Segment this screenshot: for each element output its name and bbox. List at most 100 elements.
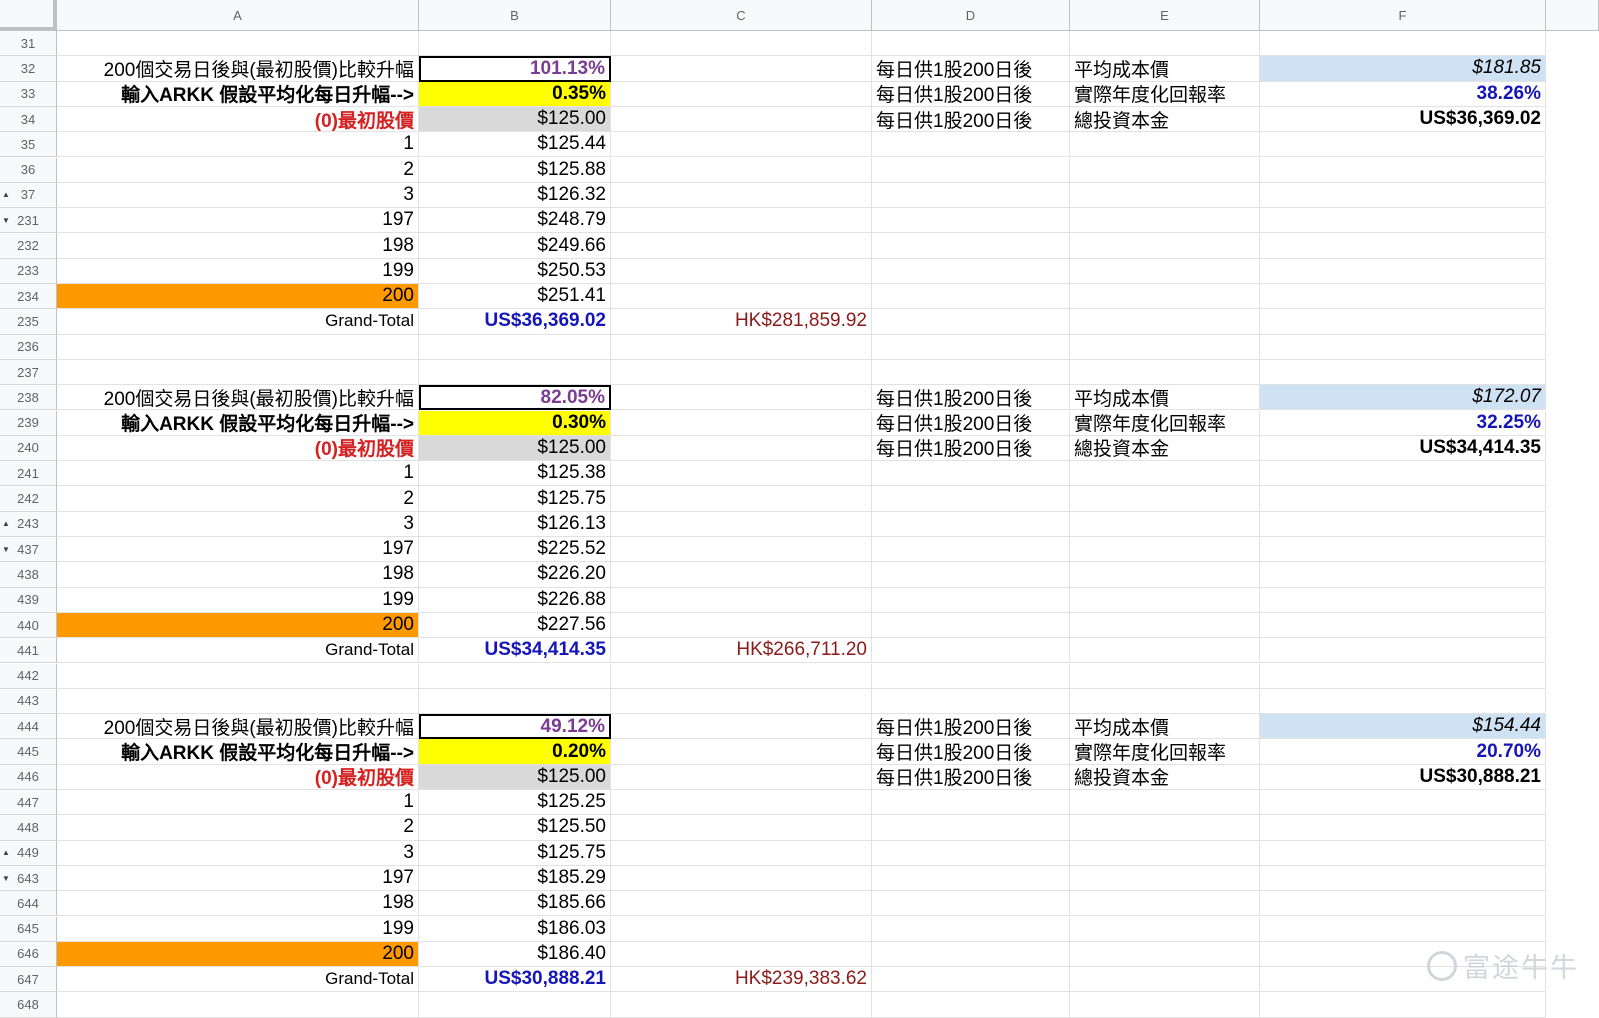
cell-d[interactable]: [872, 359, 1070, 386]
collapse-down-icon[interactable]: ▼: [2, 545, 10, 554]
cell-b[interactable]: [419, 359, 611, 386]
cell-c[interactable]: [611, 790, 872, 816]
cell-d[interactable]: [872, 612, 1070, 639]
cell-e[interactable]: [1070, 815, 1260, 841]
cell-c[interactable]: [611, 435, 872, 462]
cell-b[interactable]: $226.88: [419, 587, 611, 613]
cell-a[interactable]: 198: [57, 891, 419, 917]
expand-up-icon[interactable]: ▲: [2, 519, 10, 528]
cell-d[interactable]: [872, 840, 1070, 866]
cell-a[interactable]: 輸入ARKK 假設平均化每日升幅-->: [57, 410, 419, 436]
collapse-down-icon[interactable]: ▼: [2, 216, 10, 225]
cell-b[interactable]: $249.66: [419, 233, 611, 259]
cell-c[interactable]: [611, 663, 872, 689]
cell-d[interactable]: [872, 461, 1070, 487]
cell-b[interactable]: $186.03: [419, 916, 611, 942]
column-header-e[interactable]: E: [1070, 0, 1260, 31]
cell-b[interactable]: [419, 31, 611, 57]
cell-e[interactable]: [1070, 31, 1260, 57]
cell-b[interactable]: [419, 992, 611, 1018]
cell-c[interactable]: [611, 992, 872, 1018]
cell-b[interactable]: $125.00: [419, 106, 611, 133]
row-number[interactable]: 235: [0, 309, 57, 335]
cell-d[interactable]: 每日供1股200日後: [872, 410, 1070, 436]
expand-up-icon[interactable]: ▲: [2, 190, 10, 199]
row-number[interactable]: 31: [0, 31, 57, 57]
row-number[interactable]: 231 ▼: [0, 208, 57, 234]
cell-f[interactable]: [1260, 537, 1546, 563]
column-header-a[interactable]: A: [57, 0, 419, 31]
row-number[interactable]: 648: [0, 992, 57, 1018]
row-number[interactable]: 236: [0, 334, 57, 360]
cell-a[interactable]: 3: [57, 182, 419, 209]
cell-f[interactable]: [1260, 486, 1546, 512]
cell-d[interactable]: [872, 31, 1070, 57]
cell-f[interactable]: [1260, 891, 1546, 917]
cell-e[interactable]: [1070, 587, 1260, 613]
cell-f[interactable]: US$30,888.21: [1260, 764, 1546, 790]
cell-e[interactable]: 實際年度化回報率: [1070, 739, 1260, 765]
cell-c[interactable]: [611, 941, 872, 968]
cell-e[interactable]: 總投資本金: [1070, 764, 1260, 790]
cell-f[interactable]: [1260, 865, 1546, 892]
cell-e[interactable]: [1070, 132, 1260, 158]
cell-c[interactable]: [611, 385, 872, 411]
cell-a[interactable]: 199: [57, 587, 419, 613]
cell-b[interactable]: US$36,369.02: [419, 309, 611, 335]
cell-c[interactable]: [611, 587, 872, 613]
cell-b[interactable]: $125.75: [419, 486, 611, 512]
cell-b[interactable]: $250.53: [419, 258, 611, 284]
cell-d[interactable]: [872, 511, 1070, 537]
cell-c[interactable]: [611, 714, 872, 740]
cell-c[interactable]: [611, 56, 872, 82]
cell-d[interactable]: [872, 208, 1070, 234]
cell-e[interactable]: [1070, 688, 1260, 715]
cell-e[interactable]: [1070, 461, 1260, 487]
row-number[interactable]: 34: [0, 106, 57, 133]
cell-c[interactable]: [611, 764, 872, 790]
cell-a[interactable]: 輸入ARKK 假設平均化每日升幅-->: [57, 739, 419, 765]
cell-d[interactable]: 每日供1股200日後: [872, 714, 1070, 740]
cell-b[interactable]: $125.25: [419, 790, 611, 816]
cell-c[interactable]: [611, 865, 872, 892]
row-number[interactable]: 241: [0, 461, 57, 487]
cell-c[interactable]: [611, 891, 872, 917]
row-number[interactable]: 645: [0, 916, 57, 942]
cell-a[interactable]: Grand-Total: [57, 638, 419, 664]
spreadsheet-grid[interactable]: ABCDEF 31 32 200個交易日後與(最初股價)比較升幅 101.13% 每日供…: [0, 0, 1599, 1018]
cell-a[interactable]: 200: [57, 284, 419, 310]
cell-b[interactable]: $251.41: [419, 284, 611, 310]
cell-a[interactable]: 3: [57, 840, 419, 866]
cell-b[interactable]: $226.20: [419, 562, 611, 588]
cell-b[interactable]: $126.32: [419, 182, 611, 209]
cell-c[interactable]: [611, 334, 872, 360]
cell-d[interactable]: [872, 562, 1070, 588]
cell-f[interactable]: [1260, 992, 1546, 1018]
expand-up-icon[interactable]: ▲: [2, 848, 10, 857]
cell-c[interactable]: [611, 486, 872, 512]
cell-d[interactable]: [872, 967, 1070, 993]
cell-c[interactable]: [611, 840, 872, 866]
cell-f[interactable]: [1260, 157, 1546, 183]
cell-f[interactable]: [1260, 208, 1546, 234]
cell-f[interactable]: [1260, 511, 1546, 537]
cell-e[interactable]: [1070, 790, 1260, 816]
cell-f[interactable]: US$36,369.02: [1260, 106, 1546, 133]
collapse-down-icon[interactable]: ▼: [2, 874, 10, 883]
cell-f[interactable]: 38.26%: [1260, 81, 1546, 107]
cell-d[interactable]: 每日供1股200日後: [872, 764, 1070, 790]
column-header-c[interactable]: C: [611, 0, 872, 31]
row-number[interactable]: 32: [0, 56, 57, 82]
cell-a[interactable]: (0)最初股價: [57, 435, 419, 462]
cell-c[interactable]: HK$266,711.20: [611, 638, 872, 664]
cell-d[interactable]: [872, 992, 1070, 1018]
cell-c[interactable]: [611, 612, 872, 639]
cell-e[interactable]: [1070, 612, 1260, 639]
cell-b[interactable]: $186.40: [419, 941, 611, 968]
row-number[interactable]: 242: [0, 486, 57, 512]
row-number[interactable]: 438: [0, 562, 57, 588]
cell-a[interactable]: [57, 31, 419, 57]
cell-a[interactable]: (0)最初股價: [57, 764, 419, 790]
cell-d[interactable]: 每日供1股200日後: [872, 106, 1070, 133]
row-number[interactable]: 237: [0, 359, 57, 386]
